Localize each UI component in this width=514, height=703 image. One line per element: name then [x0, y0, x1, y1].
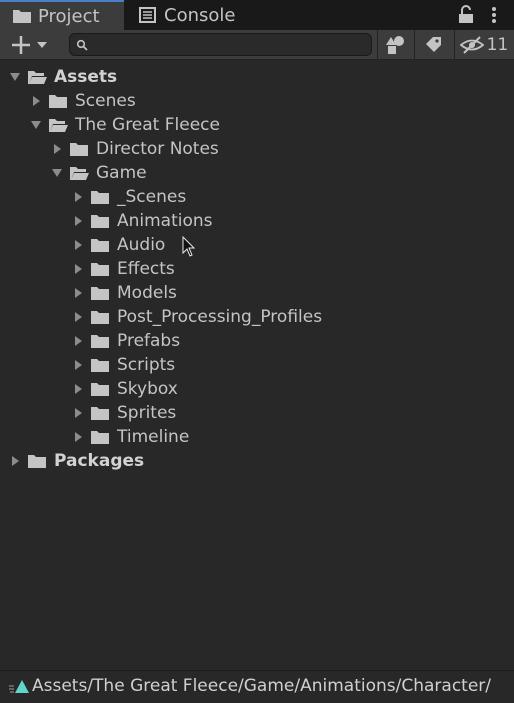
lock-icon[interactable] — [456, 4, 476, 26]
selected-path-bar: Assets/The Great Fleece/Game/Animations/… — [0, 670, 514, 703]
tree-item-label: Audio — [117, 235, 166, 255]
tree-item-label: Scenes — [75, 91, 136, 111]
tree-item-label: Models — [117, 283, 177, 303]
tree-item[interactable]: Effects — [0, 257, 514, 281]
folder-icon — [49, 95, 67, 108]
search-icon — [76, 39, 88, 51]
collapsed-arrow-icon[interactable] — [72, 215, 84, 227]
collapsed-arrow-icon[interactable] — [72, 407, 84, 419]
expanded-arrow-icon[interactable] — [30, 119, 42, 131]
tree-item[interactable]: Game — [0, 161, 514, 185]
folder-icon — [70, 143, 88, 156]
eye-slash-icon — [459, 36, 484, 54]
hidden-packages-toggle[interactable]: 11 — [456, 32, 512, 58]
collapsed-arrow-icon[interactable] — [72, 287, 84, 299]
collapsed-arrow-icon[interactable] — [72, 239, 84, 251]
search-by-type-button[interactable] — [379, 32, 413, 58]
tree-item-label: Prefabs — [117, 331, 181, 351]
tree-item[interactable]: The Great Fleece — [0, 113, 514, 137]
tree-item[interactable]: Scenes — [0, 89, 514, 113]
folder-tree[interactable]: Assets Scenes The Great Fleece Director Not… — [0, 61, 514, 669]
search-input[interactable] — [69, 33, 372, 56]
tag-icon — [426, 37, 441, 52]
collapsed-arrow-icon[interactable] — [72, 311, 84, 323]
toolbar-separator — [414, 30, 415, 60]
search-by-label-button[interactable] — [416, 32, 452, 58]
tree-item-label: Skybox — [117, 379, 178, 399]
add-asset-dropdown-button[interactable] — [4, 32, 54, 58]
tree-item[interactable]: Sprites — [0, 401, 514, 425]
tree-item[interactable]: Packages — [0, 449, 514, 473]
folder-icon — [91, 311, 109, 324]
tab-project[interactable]: Project — [0, 0, 124, 30]
tree-item-label: Timeline — [117, 427, 190, 447]
folder-open-icon — [70, 167, 89, 180]
selected-asset-path: Assets/The Great Fleece/Game/Animations/… — [32, 676, 492, 696]
mouse-cursor-icon — [182, 236, 196, 257]
tree-item-label: _Scenes — [117, 187, 187, 207]
tree-item-label: Packages — [54, 451, 145, 471]
tree-item[interactable]: Timeline — [0, 425, 514, 449]
tree-item[interactable]: Prefabs — [0, 329, 514, 353]
shapes-icon — [386, 36, 404, 54]
toolbar-separator — [454, 30, 455, 60]
folder-icon — [91, 287, 109, 300]
folder-icon — [91, 263, 109, 276]
tree-item[interactable]: _Scenes — [0, 185, 514, 209]
collapsed-arrow-icon[interactable] — [72, 431, 84, 443]
collapsed-arrow-icon[interactable] — [30, 95, 42, 107]
more-menu-icon[interactable] — [484, 4, 504, 26]
tree-item[interactable]: Models — [0, 281, 514, 305]
tab-console[interactable]: Console — [128, 0, 248, 30]
tree-item-label: Post_Processing_Profiles — [117, 307, 323, 327]
folder-icon — [91, 335, 109, 348]
tree-item-label: Game — [96, 163, 147, 183]
toolbar-separator — [377, 30, 378, 60]
tree-item-label: The Great Fleece — [75, 115, 220, 135]
collapsed-arrow-icon[interactable] — [72, 383, 84, 395]
collapsed-arrow-icon[interactable] — [72, 335, 84, 347]
collapsed-arrow-icon[interactable] — [72, 359, 84, 371]
tree-item-label: Sprites — [117, 403, 177, 423]
tree-item-label: Director Notes — [96, 139, 219, 159]
tree-item-label: Assets — [54, 67, 118, 87]
folder-icon — [91, 215, 109, 228]
folder-icon — [91, 239, 109, 252]
tab-console-label: Console — [164, 4, 236, 26]
animation-asset-icon — [9, 680, 29, 693]
tree-item[interactable]: Director Notes — [0, 137, 514, 161]
tree-item-label: Effects — [117, 259, 175, 279]
folder-icon — [91, 383, 109, 396]
folder-icon — [91, 191, 109, 204]
collapsed-arrow-icon[interactable] — [72, 263, 84, 275]
folder-icon — [91, 431, 109, 444]
tree-item[interactable]: Assets — [0, 65, 514, 89]
folder-icon — [91, 407, 109, 420]
expanded-arrow-icon[interactable] — [9, 71, 21, 83]
collapsed-arrow-icon[interactable] — [51, 143, 63, 155]
hidden-count: 11 — [486, 35, 509, 55]
tree-item-label: Animations — [117, 211, 213, 231]
tree-item[interactable]: Skybox — [0, 377, 514, 401]
project-toolbar: 11 — [0, 30, 514, 60]
tree-item[interactable]: Scripts — [0, 353, 514, 377]
collapsed-arrow-icon[interactable] — [9, 455, 21, 467]
tree-item[interactable]: Audio — [0, 233, 514, 257]
folder-open-icon — [28, 71, 47, 84]
folder-open-icon — [49, 119, 68, 132]
folder-icon — [28, 455, 46, 468]
folder-icon — [91, 359, 109, 372]
console-icon — [139, 7, 156, 23]
tree-item-label: Scripts — [117, 355, 176, 375]
window-tab-bar: Project Console — [0, 0, 514, 30]
tab-project-label: Project — [38, 5, 100, 27]
tree-item[interactable]: Animations — [0, 209, 514, 233]
expanded-arrow-icon[interactable] — [51, 167, 63, 179]
folder-icon — [13, 10, 31, 23]
tree-item[interactable]: Post_Processing_Profiles — [0, 305, 514, 329]
collapsed-arrow-icon[interactable] — [72, 191, 84, 203]
